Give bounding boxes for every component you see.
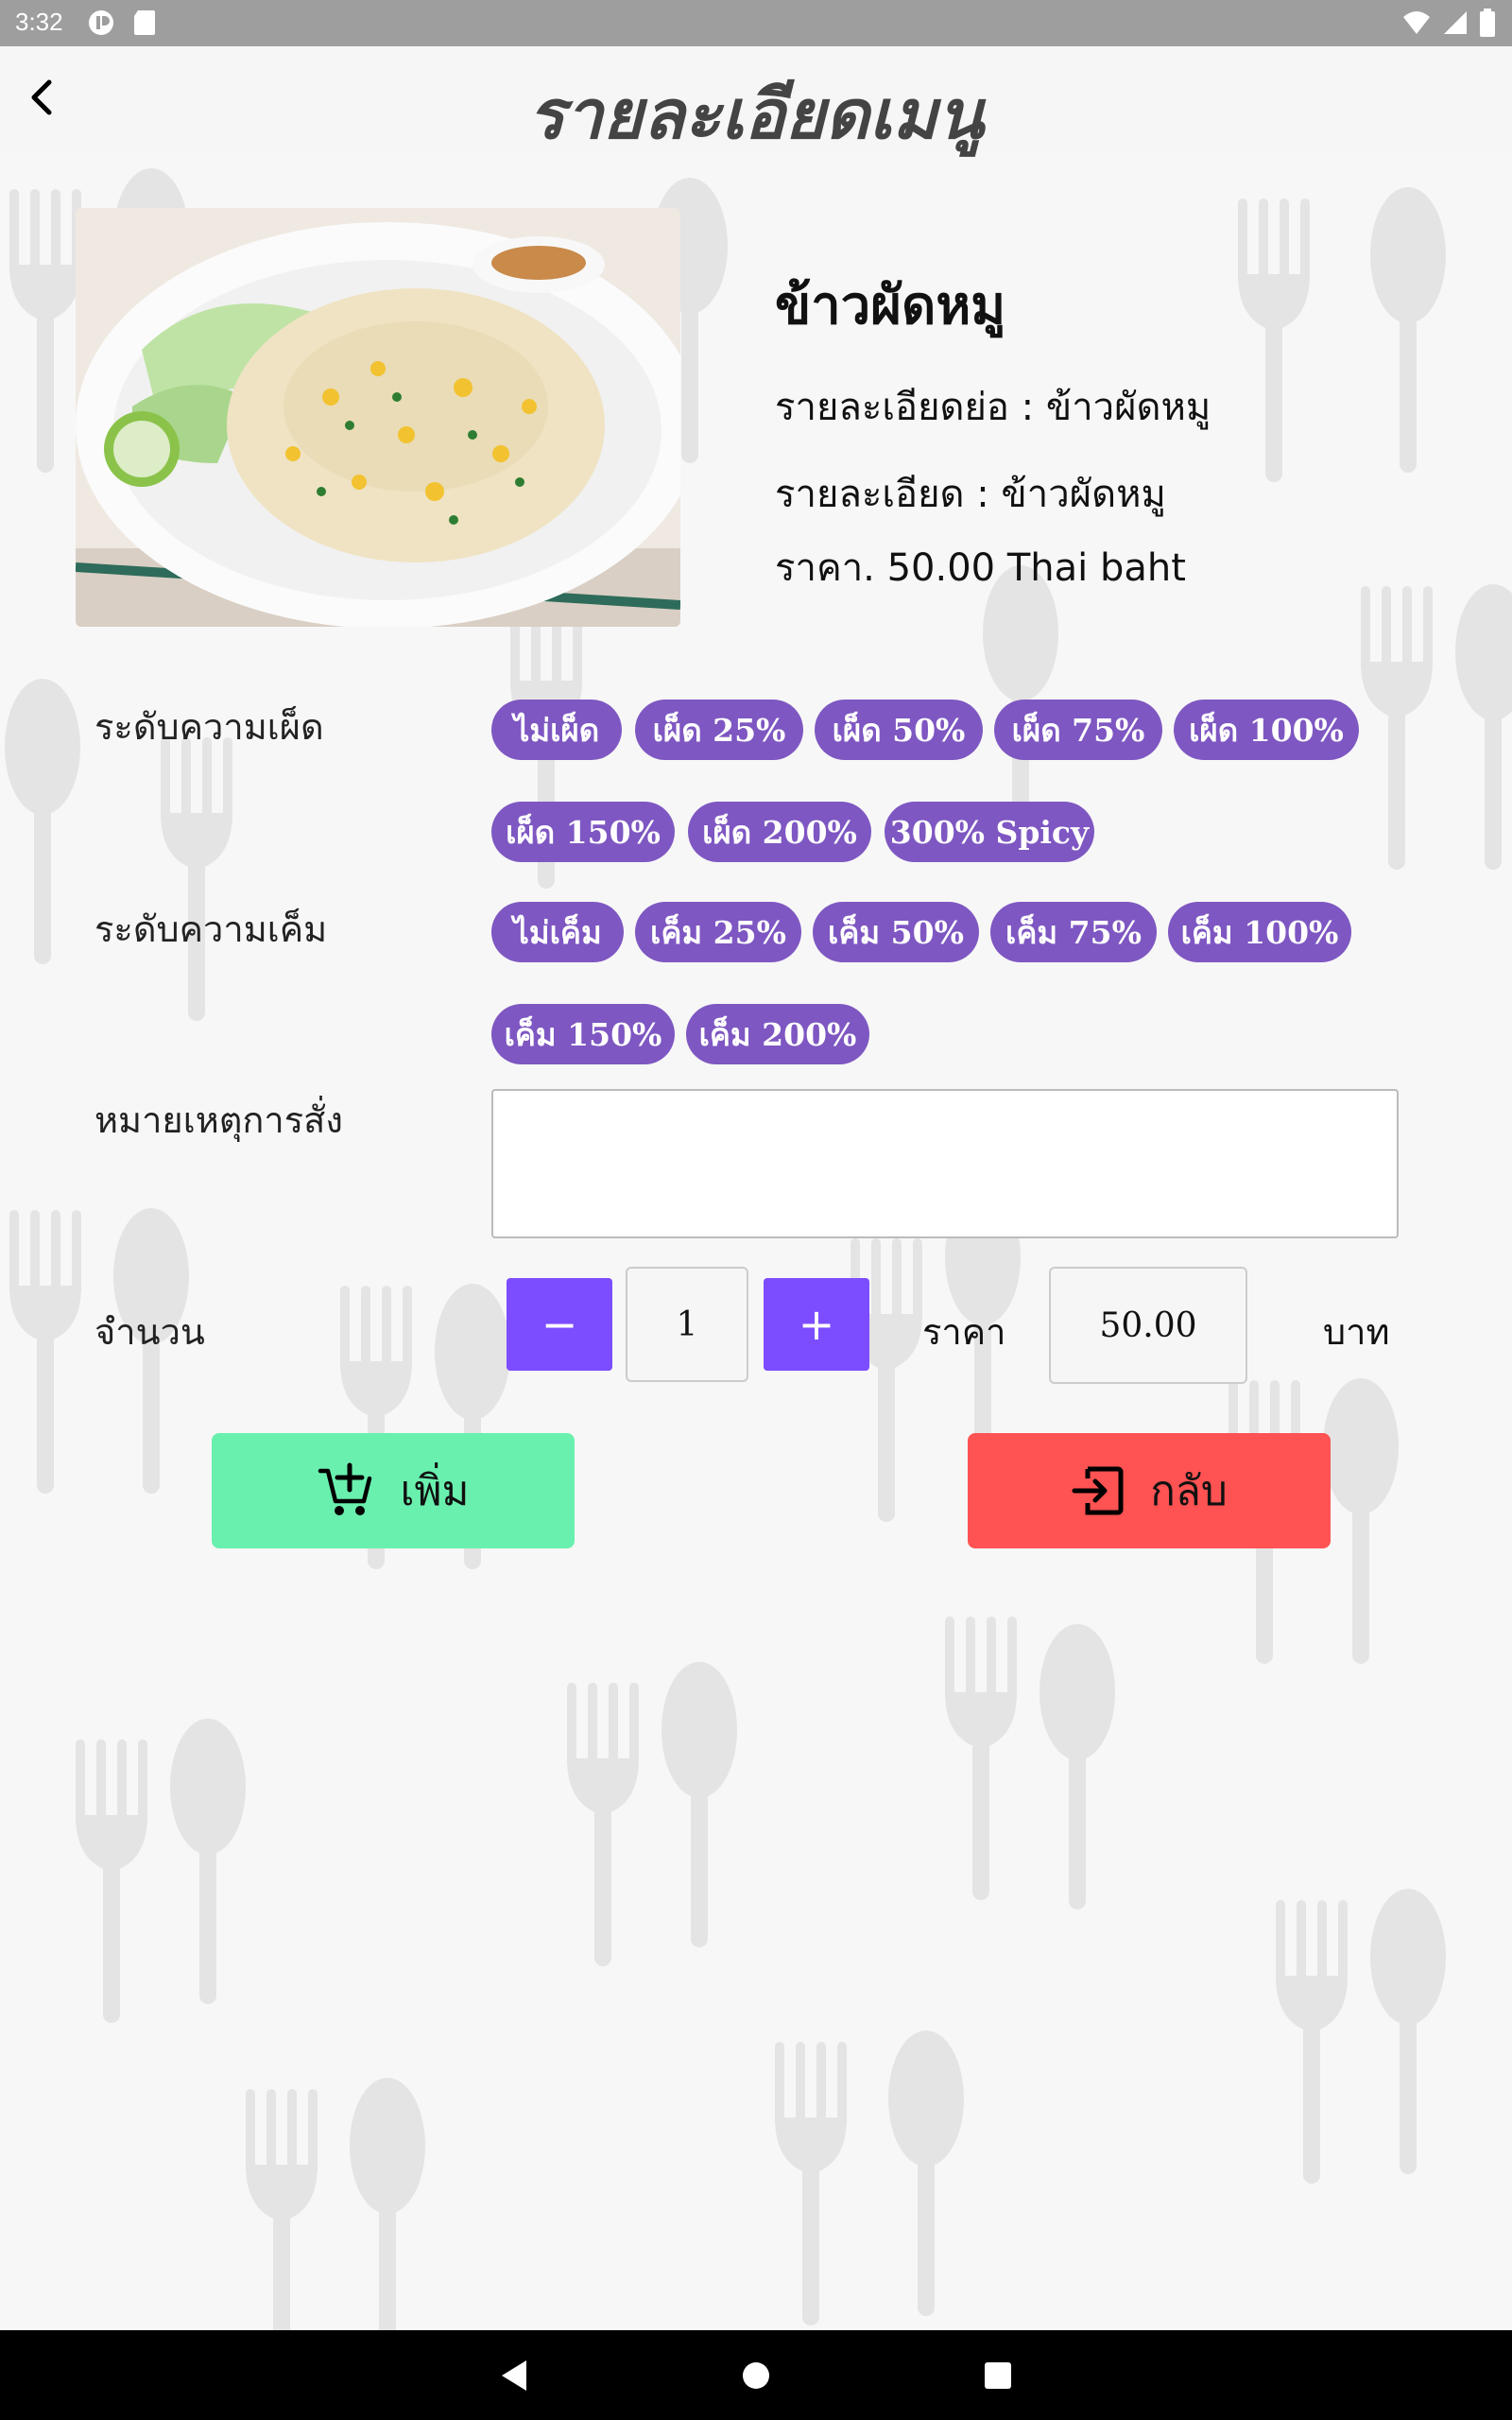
add-cart-icon xyxy=(318,1462,372,1515)
back-button-label: กลับ xyxy=(1150,1467,1228,1515)
page-title: รายละเอียดเมนู xyxy=(527,75,985,154)
food-image xyxy=(76,208,680,627)
nav-home-button[interactable] xyxy=(733,2353,779,2398)
decrease-quantity-button[interactable]: − xyxy=(507,1278,612,1371)
status-time: 3:32 xyxy=(15,8,63,36)
spicy-chip[interactable]: เผ็ด 50% xyxy=(815,700,983,760)
quantity-field[interactable]: 1 xyxy=(626,1267,748,1382)
salty-chip[interactable]: ไม่เค็ม xyxy=(491,902,624,962)
circle-home-icon xyxy=(743,2362,769,2389)
spicy-chip[interactable]: เผ็ด 75% xyxy=(994,700,1162,760)
total-price-field: 50.00 xyxy=(1049,1267,1247,1384)
status-bar: 3:32 xyxy=(0,0,1512,46)
order-note-label: หมายเหตุการสั่ง xyxy=(94,1099,343,1141)
spicy-chip[interactable]: เผ็ด 100% xyxy=(1174,700,1359,760)
salty-chip[interactable]: เค็ม 75% xyxy=(990,902,1157,962)
salty-chip[interactable]: เค็ม 25% xyxy=(635,902,801,962)
food-short-detail: รายละเอียดย่อ : ข้าวผัดหมู xyxy=(775,386,1211,429)
app-bar: รายละเอียดเมนู xyxy=(0,46,1512,154)
exit-icon xyxy=(1072,1466,1124,1515)
salty-chip[interactable]: เค็ม 100% xyxy=(1168,902,1351,962)
salty-chip[interactable]: เค็ม 150% xyxy=(491,1004,675,1064)
salty-level-label: ระดับความเค็ม xyxy=(94,908,328,950)
spicy-level-label: ระดับความเผ็ด xyxy=(94,706,324,748)
spicy-chip[interactable]: ไม่เผ็ด xyxy=(491,700,622,760)
add-button-label: เพิ่ม xyxy=(400,1467,470,1515)
triangle-back-icon xyxy=(502,2360,526,2391)
spicy-chip[interactable]: 300% Spicy xyxy=(885,802,1094,862)
price-label: ราคา xyxy=(922,1311,1006,1353)
spicy-chip[interactable]: เผ็ด 150% xyxy=(491,802,675,862)
spicy-chip[interactable]: เผ็ด 25% xyxy=(635,700,803,760)
increase-quantity-button[interactable]: + xyxy=(764,1278,869,1371)
add-to-cart-button[interactable]: เพิ่ม xyxy=(212,1433,575,1548)
currency-unit: บาท xyxy=(1323,1311,1390,1353)
food-name: ข้าวผัดหมู xyxy=(775,275,1006,337)
sync-icon xyxy=(89,10,113,35)
wifi-icon xyxy=(1403,11,1430,34)
salty-chip[interactable]: เค็ม 200% xyxy=(686,1004,869,1064)
spicy-chip[interactable]: เผ็ด 200% xyxy=(688,802,871,862)
food-price: ราคา. 50.00 Thai baht xyxy=(775,546,1186,590)
order-note-input[interactable] xyxy=(491,1089,1399,1238)
back-exit-button[interactable]: กลับ xyxy=(968,1433,1331,1548)
quantity-label: จำนวน xyxy=(94,1311,205,1353)
system-nav-bar xyxy=(0,2330,1512,2420)
square-recents-icon xyxy=(985,2362,1011,2389)
battery-icon xyxy=(1480,9,1495,37)
food-detail: รายละเอียด : ข้าวผัดหมู xyxy=(775,473,1166,516)
nav-back-button[interactable] xyxy=(491,2353,537,2398)
cell-signal-icon xyxy=(1444,11,1467,34)
salty-chip[interactable]: เค็ม 50% xyxy=(813,902,979,962)
sd-card-icon xyxy=(134,10,155,35)
nav-recents-button[interactable] xyxy=(975,2353,1021,2398)
fried-rice-image xyxy=(76,208,680,627)
